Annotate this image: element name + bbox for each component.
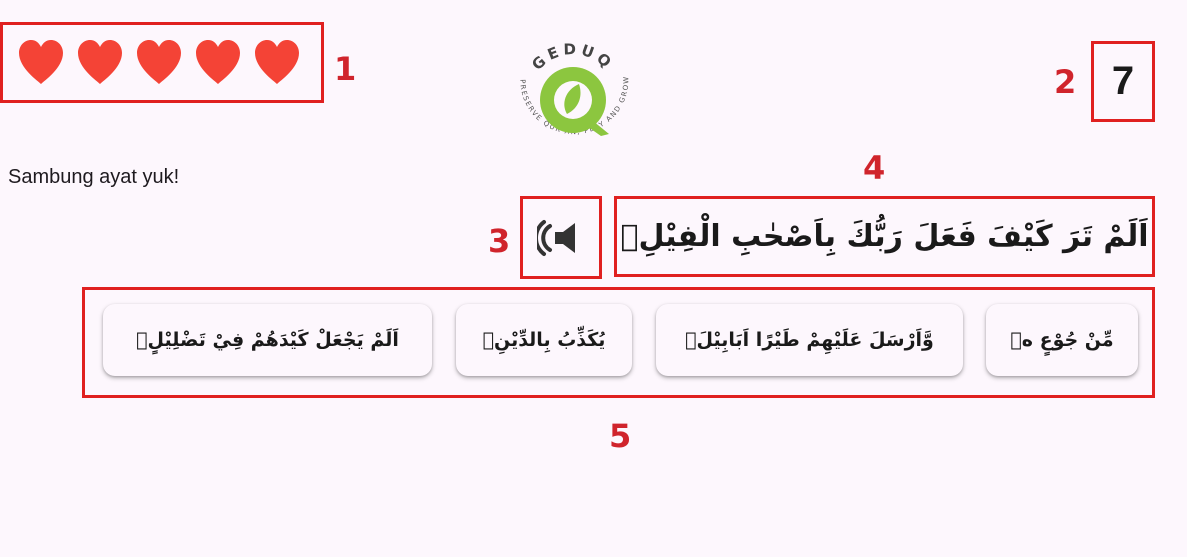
annotation-label-1: 1 xyxy=(334,50,357,88)
heart-icon xyxy=(19,40,63,84)
heart-icon xyxy=(137,40,181,84)
ayah-text: اَلَمْ تَرَ كَيْفَ فَعَلَ رَبُّكَ بِاَصْ… xyxy=(620,219,1149,254)
answer-option-4[interactable]: مِّنْ جُوْعٍ ەۙ xyxy=(986,304,1138,376)
speaker-icon xyxy=(537,219,575,256)
annotation-label-4: 4 xyxy=(863,149,886,187)
annotation-label-3: 3 xyxy=(488,222,511,260)
heart-icon xyxy=(255,40,299,84)
answer-option-3[interactable]: وَّاَرْسَلَ عَلَيْهِمْ طَيْرًا اَبَابِيْ… xyxy=(656,304,963,376)
heart-icon xyxy=(196,40,240,84)
annotation-label-5: 5 xyxy=(609,417,632,455)
heart-icon xyxy=(78,40,122,84)
annotation-label-2: 2 xyxy=(1054,63,1077,101)
geduq-logo: GEDUQ PRESERVE QUR'AN, PLAY AND GROW xyxy=(518,40,629,136)
play-audio-button[interactable] xyxy=(522,198,600,277)
lives-hearts xyxy=(16,38,302,86)
instruction-text: Sambung ayat yuk! xyxy=(8,166,180,188)
answer-option-1[interactable]: اَلَمْ يَجْعَلْ كَيْدَهُمْ فِيْ تَضْلِيْ… xyxy=(103,304,432,376)
score-value: 7 xyxy=(1111,59,1135,103)
answer-option-2[interactable]: يُكَذِّبُ بِالدِّيْنِۗ xyxy=(456,304,632,376)
